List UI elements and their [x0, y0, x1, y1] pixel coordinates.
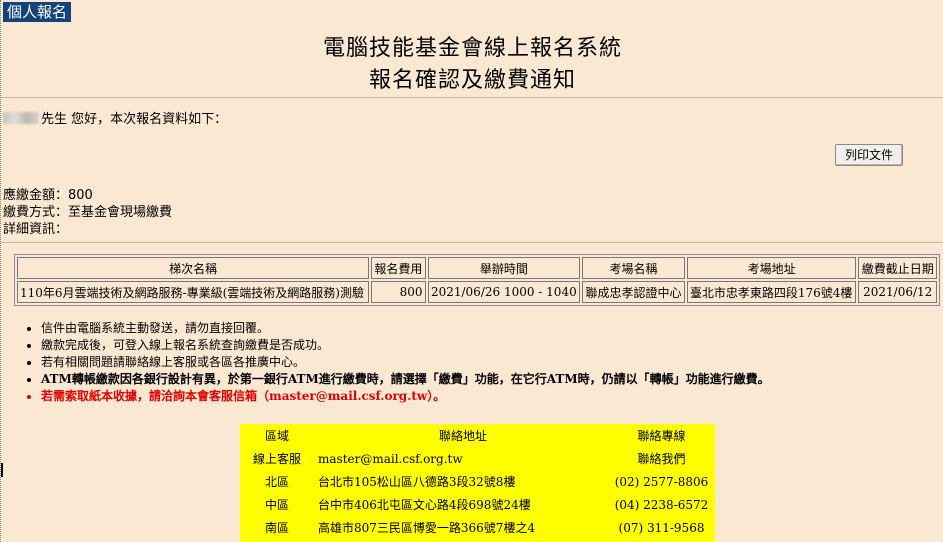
contact-region: 南區 — [264, 521, 289, 535]
contact-phone: (07) 311-9568 — [618, 520, 705, 535]
table-row: 南區 高雄市807三民區博愛一路366號7樓之4 (07) 311-9568 — [240, 516, 715, 539]
note-item: 信件由電腦系統主動發送，請勿直接回覆。 — [41, 320, 770, 337]
contact-header-address: 聯絡地址 — [438, 429, 487, 443]
contact-email-link[interactable]: master@mail.csf.org.tw — [314, 447, 608, 470]
header-session: 梯次名稱 — [17, 257, 370, 279]
cell-fee: 800 — [371, 281, 426, 303]
cell-address: 臺北市忠孝東路四段176號4樓 — [686, 281, 857, 303]
table-row: 110年6月雲端技術及網路服務-專業級(雲端技術及網路服務)測驗 800 202… — [17, 281, 937, 303]
contact-region: 中區 — [264, 498, 289, 512]
contact-phone: (02) 2577-8806 — [614, 474, 709, 489]
contact-header-row: 區域 聯絡地址 聯絡專線 — [240, 424, 715, 447]
notes-list: 信件由電腦系統主動發送，請勿直接回覆。 繳款完成後，可登入線上報名系統查詢繳費是… — [27, 320, 770, 405]
cell-venue: 聯成忠孝認證中心 — [582, 281, 685, 303]
method-value: 至基金會現場繳費 — [68, 205, 173, 220]
contact-region: 北區 — [264, 475, 289, 489]
detail-label: 詳細資訊： — [3, 222, 69, 237]
contact-address: 台北市105松山區八德路3段32號8樓 — [318, 475, 516, 489]
cell-session: 110年6月雲端技術及網路服務-專業級(雲端技術及網路服務)測驗 — [17, 281, 370, 303]
greeting: 先生 您好，本次報名資料如下： — [3, 108, 227, 127]
header-fee: 報名費用 — [371, 257, 426, 279]
table-row: 中區 台中市406北屯區文心路4段698號24樓 (04) 2238-6572 — [240, 493, 715, 516]
header-venue: 考場名稱 — [582, 257, 685, 279]
redacted-name — [3, 112, 39, 124]
greeting-text: 先生 您好，本次報名資料如下： — [41, 112, 228, 127]
note-item: 繳款完成後，可登入線上報名系統查詢繳費是否成功。 — [41, 337, 770, 354]
note-item-receipt: 若需索取紙本收據，請洽詢本會客服信箱（master@mail.csf.org.t… — [41, 388, 770, 405]
table-row: 線上客服 master@mail.csf.org.tw 聯絡我們 — [240, 447, 715, 470]
contact-us-link[interactable]: 聯絡我們 — [608, 447, 715, 470]
header-deadline: 繳費截止日期 — [858, 257, 937, 279]
cell-time: 2021/06/26 1000 - 1040 — [427, 281, 581, 303]
header-address: 考場地址 — [686, 257, 857, 279]
contact-table: 區域 聯絡地址 聯絡專線 線上客服 master@mail.csf.org.tw… — [240, 424, 715, 539]
schedule-table: 梯次名稱 報名費用 舉辦時間 考場名稱 考場地址 繳費截止日期 110年6月雲端… — [14, 254, 940, 306]
divider-middle — [1, 242, 943, 243]
contact-box: 區域 聯絡地址 聯絡專線 線上客服 master@mail.csf.org.tw… — [240, 424, 715, 542]
page-subtitle: 報名確認及繳費通知 — [368, 68, 576, 93]
text-cursor-mark — [1, 463, 3, 477]
contact-phone: (04) 2238-6572 — [614, 497, 709, 512]
divider-top — [1, 97, 943, 98]
contact-header-phone: 聯絡專線 — [637, 429, 686, 443]
cell-deadline: 2021/06/12 — [858, 281, 937, 303]
page-title: 電腦技能基金會線上報名系統 — [322, 36, 622, 61]
schedule-header-row: 梯次名稱 報名費用 舉辦時間 考場名稱 考場地址 繳費截止日期 — [17, 257, 937, 279]
note-item-atm: ATM轉帳繳款因各銀行設計有異，於第一銀行ATM進行繳費時，請選擇「繳費」功能，… — [41, 371, 770, 388]
note-item: 若有相關問題請聯絡線上客服或各區各推廣中心。 — [41, 354, 770, 371]
contact-header-region: 區域 — [264, 429, 289, 443]
personal-registration-tab[interactable]: 個人報名 — [3, 2, 72, 22]
contact-region: 線上客服 — [252, 452, 301, 466]
contact-address: 台中市406北屯區文心路4段698號24樓 — [318, 498, 531, 512]
contact-address: 高雄市807三民區博愛一路366號7樓之4 — [318, 521, 536, 535]
table-row: 北區 台北市105松山區八德路3段32號8樓 (02) 2577-8806 — [240, 470, 715, 493]
header-time: 舉辦時間 — [427, 257, 581, 279]
print-document-button[interactable]: 列印文件 — [835, 144, 903, 166]
